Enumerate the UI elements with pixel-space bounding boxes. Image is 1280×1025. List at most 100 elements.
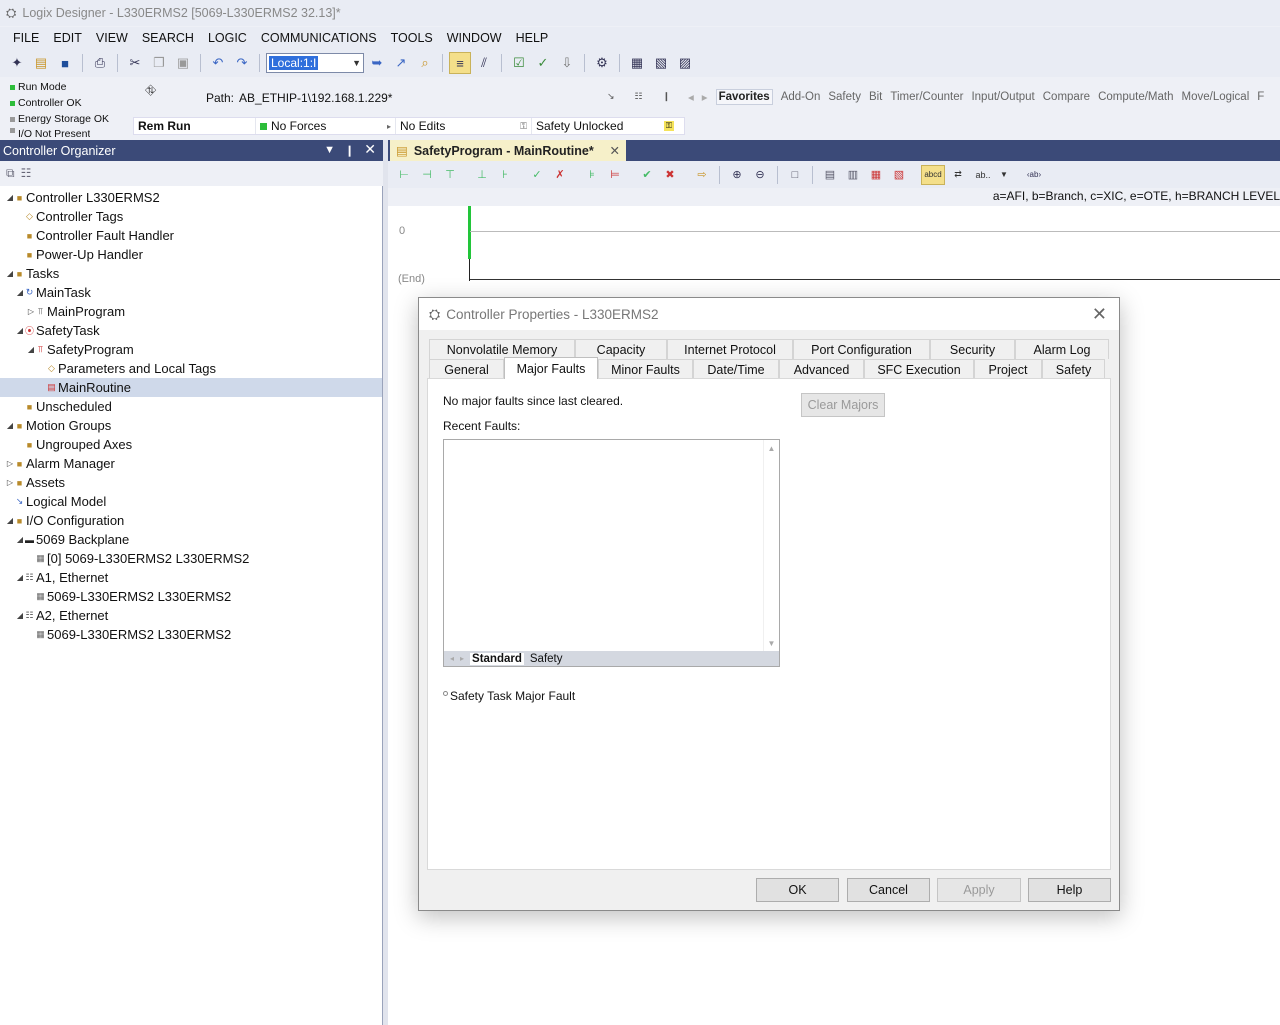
menu-window[interactable]: WINDOW: [440, 31, 509, 45]
clear-majors-button[interactable]: Clear Majors: [801, 393, 885, 417]
download-icon[interactable]: ⇩: [556, 52, 578, 74]
scroll-left-icon[interactable]: ◂: [450, 654, 454, 663]
menu-search[interactable]: SEARCH: [135, 31, 201, 45]
test-edits-icon[interactable]: ✔: [637, 165, 657, 185]
edits-status[interactable]: No Edits ⚿: [396, 118, 532, 134]
tab-bit[interactable]: Bit: [869, 91, 882, 103]
properties-icon[interactable]: ▤: [820, 165, 840, 185]
tab-more[interactable]: F: [1257, 91, 1264, 103]
tab-timer-counter[interactable]: Timer/Counter: [890, 91, 963, 103]
faults-scrollbar[interactable]: ▲ ▼: [763, 440, 779, 652]
tree-view-icon[interactable]: ≡: [449, 52, 471, 74]
collapse-icon[interactable]: ◢: [6, 421, 14, 430]
tree-node-safetyprogram[interactable]: ◢ ⫪ SafetyProgram: [27, 340, 134, 359]
subtab-standard[interactable]: Standard: [470, 652, 524, 665]
tab-safety[interactable]: Safety: [828, 91, 861, 103]
tab-sfc-execution[interactable]: SFC Execution: [864, 359, 974, 379]
tree-node-io-configuration[interactable]: ◢ ■ I/O Configuration: [6, 511, 124, 530]
browse-tag-icon[interactable]: ➥: [366, 52, 388, 74]
module-properties-icon[interactable]: ▧: [650, 52, 672, 74]
untest-edits-icon[interactable]: ✖: [660, 165, 680, 185]
menu-communications[interactable]: COMMUNICATIONS: [254, 31, 384, 45]
tag-description-icon[interactable]: ▧: [889, 165, 909, 185]
pin-icon[interactable]: ❙: [663, 91, 671, 102]
tab-compare[interactable]: Compare: [1043, 91, 1090, 103]
rung-comment-icon[interactable]: ▦: [866, 165, 886, 185]
verify-icon[interactable]: ☑: [508, 52, 530, 74]
network-icon[interactable]: ▨: [674, 52, 696, 74]
tree-node-maintask[interactable]: ◢ ↻ MainTask: [16, 283, 91, 302]
collapse-all-icon[interactable]: ⧉: [6, 166, 15, 181]
new-project-icon[interactable]: ✦: [6, 52, 28, 74]
menu-file[interactable]: FILE: [6, 31, 46, 45]
tab-internet-protocol[interactable]: Internet Protocol: [667, 339, 793, 359]
close-icon[interactable]: ✕: [1092, 304, 1107, 325]
tab-nonvolatile-memory[interactable]: Nonvolatile Memory: [429, 339, 575, 359]
add-branch-icon[interactable]: ⊣: [417, 165, 437, 185]
tree-node-alarm-manager[interactable]: ▷ ■ Alarm Manager: [6, 454, 115, 473]
checkbox[interactable]: [443, 690, 448, 696]
close-icon[interactable]: ✕: [610, 143, 626, 158]
collapse-icon[interactable]: ◢: [16, 288, 24, 297]
apply-button[interactable]: Apply: [937, 878, 1021, 902]
expand-icon[interactable]: ▷: [27, 307, 35, 316]
tree-node-logical-model[interactable]: ↘ Logical Model: [6, 492, 107, 511]
scroll-left-icon[interactable]: ◂: [688, 90, 694, 104]
ascii-editor-icon[interactable]: abcd: [921, 164, 945, 185]
tree-node-backplane[interactable]: ◢ ▬ 5069 Backplane: [16, 530, 129, 549]
tab-date-time[interactable]: Date/Time: [693, 359, 779, 379]
tree-node-powerup-handler[interactable]: ■ Power-Up Handler: [16, 245, 143, 264]
tree-node-a2-ethernet[interactable]: ◢ ☷ A2, Ethernet: [16, 606, 108, 625]
tab-add-on[interactable]: Add-On: [781, 91, 821, 103]
zoom-out-icon[interactable]: ⊖: [750, 165, 770, 185]
network-tree-icon[interactable]: ☷: [635, 91, 643, 102]
tree-node-a1-ethernet[interactable]: ◢ ☷ A1, Ethernet: [16, 568, 108, 587]
tree-node-local-tags[interactable]: ◇ Parameters and Local Tags: [38, 359, 216, 378]
menu-tools[interactable]: TOOLS: [384, 31, 440, 45]
add-branch-level-icon[interactable]: ⊤: [440, 165, 460, 185]
paste-icon[interactable]: ▣: [172, 52, 194, 74]
tree-node-a1-controller[interactable]: ▦ 5069-L330ERMS2 L330ERMS2: [27, 587, 231, 606]
tab-compute-math[interactable]: Compute/Math: [1098, 91, 1173, 103]
browse-path-icon[interactable]: ↘: [607, 91, 615, 102]
menu-edit[interactable]: EDIT: [46, 31, 88, 45]
tree-node-mainprogram[interactable]: ▷ ⫪ MainProgram: [27, 302, 125, 321]
tab-safety[interactable]: Safety: [1042, 359, 1105, 379]
tree-node-mainroutine[interactable]: ▤ MainRoutine: [0, 378, 382, 397]
accept-edits-icon[interactable]: ⊧: [582, 165, 602, 185]
tree-node-controller[interactable]: ◢ ■ Controller L330ERMS2: [6, 188, 160, 207]
cross-reference-icon[interactable]: ⌕: [414, 52, 436, 74]
verify-controller-icon[interactable]: ✓: [532, 52, 554, 74]
tab-favorites[interactable]: Favorites: [715, 89, 773, 105]
chevron-right-icon[interactable]: ▸: [387, 122, 395, 131]
tree-node-tasks[interactable]: ◢ ■ Tasks: [6, 264, 59, 283]
xic-icon[interactable]: ⊥: [472, 165, 492, 185]
expand-icon[interactable]: ▷: [6, 459, 14, 468]
safety-task-major-fault-option[interactable]: Safety Task Major Fault: [443, 689, 575, 703]
menu-logic[interactable]: LOGIC: [201, 31, 254, 45]
tree-node-unscheduled[interactable]: ■ Unscheduled: [16, 397, 112, 416]
tree-node-ungrouped-axes[interactable]: ■ Ungrouped Axes: [16, 435, 132, 454]
search-icon[interactable]: ▥: [843, 165, 863, 185]
menu-view[interactable]: VIEW: [89, 31, 135, 45]
print-icon[interactable]: ⎙: [89, 52, 111, 74]
cancel-edits-icon[interactable]: ⊨: [605, 165, 625, 185]
tab-move-logical[interactable]: Move/Logical: [1182, 91, 1250, 103]
scroll-down-icon[interactable]: ▼: [764, 639, 779, 648]
toggle-ascii-icon[interactable]: ⇄: [948, 165, 968, 185]
open-folder-icon[interactable]: ▤: [30, 52, 52, 74]
scroll-right-icon[interactable]: ▸: [460, 654, 464, 663]
cancel-button[interactable]: Cancel: [847, 878, 930, 902]
scroll-right-icon[interactable]: ▸: [702, 90, 708, 104]
collapse-icon[interactable]: ◢: [16, 535, 24, 544]
tree-node-controller-tags[interactable]: ◇ Controller Tags: [16, 207, 123, 226]
copy-icon[interactable]: ❐: [148, 52, 170, 74]
zoom-in-icon[interactable]: ⊕: [727, 165, 747, 185]
verify-routine-icon[interactable]: ✗: [550, 165, 570, 185]
controller-properties-icon[interactable]: ▦: [626, 52, 648, 74]
tab-general[interactable]: General: [429, 359, 504, 379]
collapse-icon[interactable]: ◢: [16, 611, 24, 620]
forces-status[interactable]: No Forces ▸: [256, 118, 396, 134]
chevron-down-icon[interactable]: ▼: [998, 165, 1010, 185]
save-icon[interactable]: ■: [54, 52, 76, 74]
